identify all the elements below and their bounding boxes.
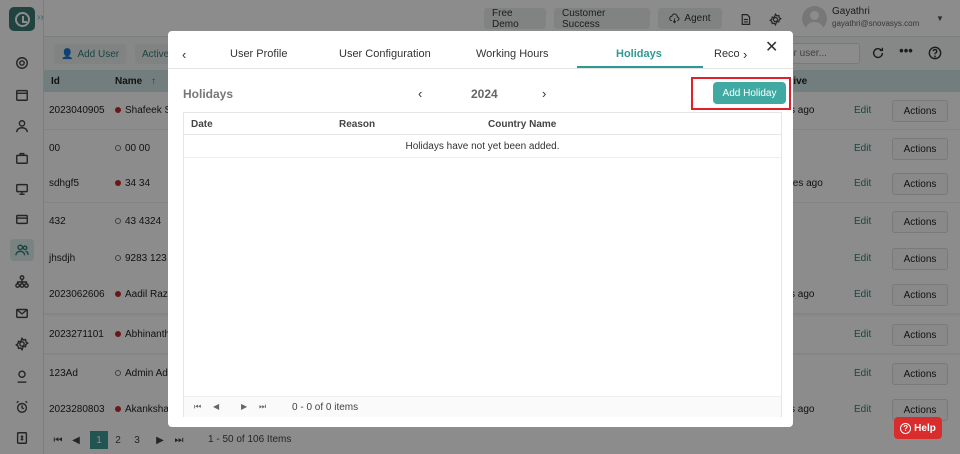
tabs-scroll-left-icon[interactable]: ‹ [182, 47, 186, 62]
holidays-grid: Date Reason Country Name Holidays have n… [183, 112, 782, 417]
help-button[interactable]: ? Help [894, 417, 942, 439]
tab-user-configuration[interactable]: User Configuration [339, 48, 431, 60]
holidays-grid-header: Date Reason Country Name [184, 113, 781, 135]
previous-year-icon[interactable]: ‹ [418, 86, 422, 101]
column-country-name[interactable]: Country Name [488, 119, 556, 130]
column-date[interactable]: Date [191, 119, 213, 130]
active-tab-indicator [577, 66, 703, 68]
year-label: 2024 [471, 87, 498, 101]
tab-reco[interactable]: Reco [714, 48, 740, 60]
column-reason[interactable]: Reason [339, 119, 375, 130]
tab-working-hours[interactable]: Working Hours [476, 48, 549, 60]
section-title: Holidays [183, 87, 234, 101]
grid-pager-info: 0 - 0 of 0 items [292, 402, 359, 413]
help-label: Help [914, 422, 936, 434]
grid-first-page-icon[interactable]: ⏮ [194, 402, 201, 412]
modal-tabs: ‹ User Profile User Configuration Workin… [168, 31, 793, 69]
next-year-icon[interactable]: › [542, 86, 546, 101]
question-icon: ? [900, 422, 912, 434]
empty-message: Holidays have not yet been added. [184, 135, 781, 158]
grid-next-page-icon[interactable]: ▶ [241, 402, 247, 411]
grid-prev-page-icon[interactable]: ◀ [213, 402, 219, 411]
close-icon[interactable]: ✕ [765, 37, 778, 57]
user-settings-modal: ‹ User Profile User Configuration Workin… [168, 31, 793, 427]
grid-last-page-icon[interactable]: ⏭ [259, 402, 266, 412]
holidays-grid-pager: ⏮ ◀ ▶ ⏭ 0 - 0 of 0 items [184, 396, 781, 417]
highlight-box [691, 77, 791, 110]
tab-holidays[interactable]: Holidays [616, 48, 662, 60]
tab-user-profile[interactable]: User Profile [230, 48, 287, 60]
tabs-scroll-right-icon[interactable]: › [739, 47, 752, 62]
